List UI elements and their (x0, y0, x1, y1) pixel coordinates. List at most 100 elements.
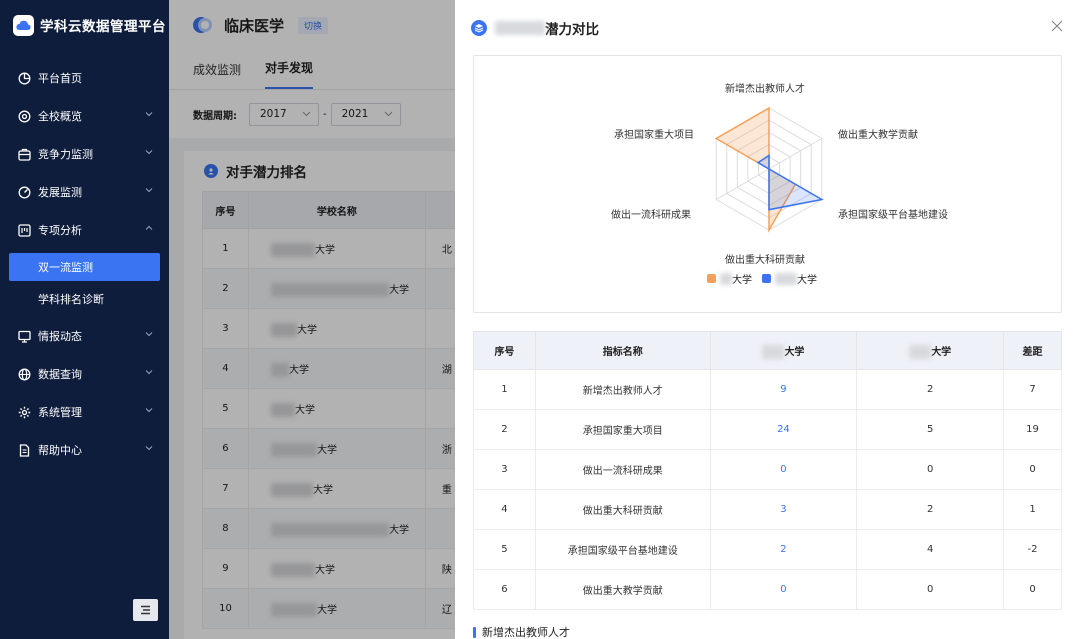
redacted-school-name (495, 20, 545, 35)
sidebar-subitem-label: 学科排名诊断 (38, 293, 104, 306)
radar-axis-label: 承担国家级平台基地建设 (838, 210, 948, 221)
sidebar-item-help[interactable]: 帮助中心 (0, 431, 169, 469)
sidebar-item-competitiveness[interactable]: 竞争力监测 (0, 135, 169, 173)
radar-axis-label: 做出重大教学贡献 (838, 130, 918, 141)
row-number: 2 (473, 409, 536, 450)
row-number: 4 (473, 489, 536, 530)
metric-name: 做出重大教学贡献 (534, 569, 711, 610)
chevron-down-icon (145, 446, 153, 451)
section-heading: 新增杰出教师人才 (473, 624, 570, 639)
sidebar-subitem-ranking-diagnosis[interactable]: 学科排名诊断 (9, 285, 160, 313)
row-number: 3 (473, 449, 536, 490)
metric-name: 承担国家重大项目 (534, 409, 711, 450)
gap-value: 19 (1003, 409, 1062, 450)
table-row: 2 承担国家重大项目 24 5 19 (473, 409, 1062, 450)
document-icon (17, 443, 31, 457)
sidebar-subitem-label: 双一流监测 (38, 261, 93, 274)
table-row: 6 做出重大教学贡献 0 0 0 (473, 569, 1062, 610)
column-header: 差距 (1003, 331, 1062, 370)
school-b-value: 4 (856, 529, 1005, 570)
radar-axis-label: 做出重大科研贡献 (725, 255, 805, 266)
sidebar-item-special-analysis[interactable]: 专项分析 (0, 211, 169, 249)
legend-item[interactable]: 大学 (762, 271, 817, 286)
redacted-school-name (775, 272, 797, 285)
row-number: 1 (473, 369, 536, 410)
sidebar-item-label: 发展监测 (38, 186, 82, 199)
chevron-down-icon (145, 408, 153, 413)
gap-value: 0 (1003, 449, 1062, 490)
metric-name: 承担国家级平台基地建设 (534, 529, 711, 570)
sidebar-item-overview[interactable]: 全校概览 (0, 97, 169, 135)
radar-axis-label: 新增杰出教师人才 (725, 84, 805, 95)
comparison-table: 序号 指标名称 大学 大学 差距 1 新增杰出教师人才 9 2 7 2 承担国家重大项目 24… (473, 331, 1062, 610)
sidebar-menu: 平台首页 全校概览 竞争力监测 发展监测 专项分析 双一流监测 学科排名诊断 情… (0, 59, 169, 469)
table-row: 5 承担国家级平台基地建设 2 4 -2 (473, 529, 1062, 570)
globe-icon (17, 367, 31, 381)
column-header: 大学 (856, 331, 1005, 370)
sidebar-item-label: 全校概览 (38, 110, 82, 123)
legend-item[interactable]: 大学 (707, 271, 752, 286)
collapse-menu-button[interactable] (133, 599, 158, 621)
school-a-value-link[interactable]: 3 (709, 489, 858, 530)
sidebar-item-home[interactable]: 平台首页 (0, 59, 169, 97)
radar-axis-label: 做出一流科研成果 (611, 210, 691, 221)
dashboard-icon (17, 71, 31, 85)
section-heading-text: 新增杰出教师人才 (482, 626, 570, 639)
sidebar-item-intelligence[interactable]: 情报动态 (0, 317, 169, 355)
sidebar-item-label: 竞争力监测 (38, 148, 93, 161)
comparison-drawer: 潜力对比 新增杰出教师人才 做出重大教学贡献 承担国家级平台基地建设 做出重大科… (455, 0, 1080, 639)
sidebar-item-label: 数据查询 (38, 368, 82, 381)
school-a-value-link[interactable]: 9 (709, 369, 858, 410)
sidebar-item-label: 专项分析 (38, 224, 82, 237)
chevron-down-icon (145, 112, 153, 117)
sidebar-item-label: 平台首页 (38, 72, 82, 85)
layers-icon (471, 19, 487, 36)
redacted-school-name (762, 344, 785, 359)
gap-value: 7 (1003, 369, 1062, 410)
radar-axis-line (768, 138, 823, 170)
school-a-value-link[interactable]: 2 (709, 529, 858, 570)
gap-value: 0 (1003, 569, 1062, 610)
school-a-value-link[interactable]: 0 (709, 449, 858, 490)
app-title: 学科云数据管理平台 (40, 19, 166, 35)
gear-icon (17, 405, 31, 419)
sidebar-item-label: 情报动态 (38, 330, 82, 343)
radar-series-orange[interactable] (714, 106, 797, 233)
school-b-value: 0 (856, 449, 1005, 490)
legend-swatch-blue (762, 274, 771, 283)
target-icon (17, 109, 31, 123)
redacted-school-name (909, 344, 932, 359)
analysis-icon (17, 223, 31, 237)
column-header: 大学 (709, 331, 858, 370)
column-header: 指标名称 (534, 331, 711, 370)
row-number: 6 (473, 569, 536, 610)
sidebar: 学科云数据管理平台 平台首页 全校概览 竞争力监测 发展监测 专项分析 双一流监… (0, 0, 169, 639)
radar-axis-line (715, 168, 770, 200)
row-number: 5 (473, 529, 536, 570)
school-a-header: 大学 (784, 346, 805, 358)
school-b-value: 0 (856, 569, 1005, 610)
chevron-down-icon (145, 188, 153, 193)
radar-legend: 大学 大学 (707, 271, 827, 286)
redacted-school-name (720, 272, 732, 285)
gap-value: -2 (1003, 529, 1062, 570)
sidebar-item-development[interactable]: 发展监测 (0, 173, 169, 211)
close-icon[interactable] (1050, 19, 1064, 33)
school-b-value: 5 (856, 409, 1005, 450)
school-a-value-link[interactable]: 24 (709, 409, 858, 450)
sidebar-item-system[interactable]: 系统管理 (0, 393, 169, 431)
radar-axis-label: 承担国家重大项目 (614, 130, 694, 141)
table-row: 3 做出一流科研成果 0 0 0 (473, 449, 1062, 490)
school-a-value-link[interactable]: 0 (709, 569, 858, 610)
metric-name: 新增杰出教师人才 (534, 369, 711, 410)
cloud-logo-icon (13, 14, 34, 36)
modal-backdrop[interactable] (169, 0, 455, 639)
monitor-icon (17, 329, 31, 343)
sidebar-subitem-double-first-class[interactable]: 双一流监测 (9, 253, 160, 281)
legend-label: 大学 (732, 275, 752, 286)
legend-label: 大学 (797, 275, 817, 286)
chevron-down-icon (145, 150, 153, 155)
sidebar-item-data-query[interactable]: 数据查询 (0, 355, 169, 393)
brand: 学科云数据管理平台 (0, 0, 169, 50)
gauge-icon (17, 185, 31, 199)
